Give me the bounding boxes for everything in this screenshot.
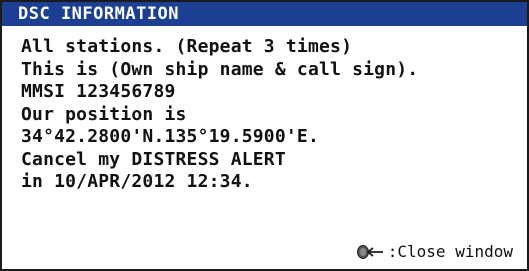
message-line: MMSI 123456789 [21, 81, 176, 102]
message-line: 34°42.2800'N.135°19.5900'E. [21, 126, 319, 147]
message-body: All stations. (Repeat 3 times) This is (… [21, 36, 418, 194]
message-line: All stations. (Repeat 3 times) [21, 36, 353, 57]
dsc-information-window: DSC INFORMATION All stations. (Repeat 3 … [0, 0, 529, 271]
message-line: Cancel my DISTRESS ALERT [21, 148, 286, 170]
close-window-hint[interactable]: :Close window [356, 242, 513, 261]
close-window-label: :Close window [387, 242, 513, 261]
message-line: Our position is [21, 103, 187, 125]
window-title: DSC INFORMATION [2, 2, 527, 26]
enter-knob-icon [356, 244, 384, 260]
message-line: in 10/APR/2012 12:34. [21, 171, 253, 192]
message-line: This is (Own ship name & call sign). [21, 58, 419, 80]
